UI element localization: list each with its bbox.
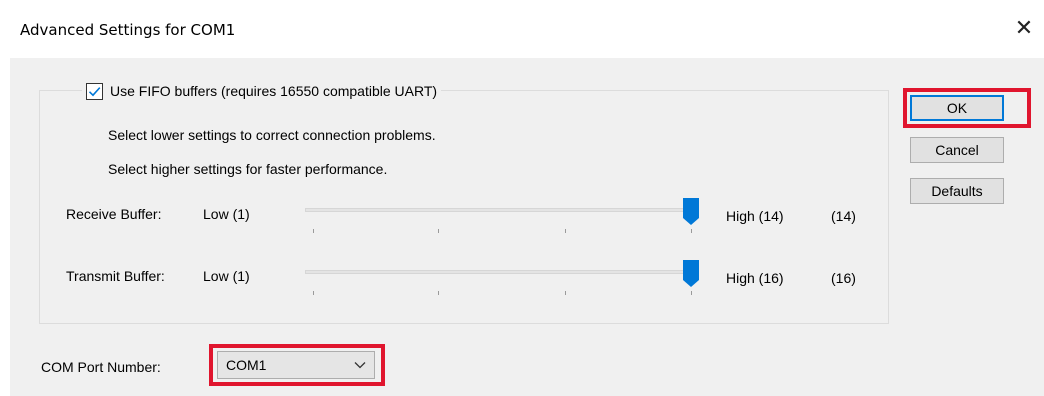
tick-mark [691, 229, 692, 233]
receive-buffer-label: Receive Buffer: [66, 206, 162, 222]
description-lower: Select lower settings to correct connect… [108, 127, 436, 143]
fifo-checkbox-row[interactable]: Use FIFO buffers (requires 16550 compati… [82, 79, 442, 103]
chevron-down-icon [354, 362, 366, 369]
transmit-buffer-label: Transmit Buffer: [66, 268, 165, 284]
checkmark-icon [88, 86, 101, 96]
receive-buffer-high-label: High (14) [726, 208, 784, 224]
tick-mark [438, 291, 439, 295]
transmit-buffer-slider[interactable] [305, 260, 705, 303]
cancel-button[interactable]: Cancel [910, 137, 1004, 163]
dialog-body: Use FIFO buffers (requires 16550 compati… [10, 58, 1044, 396]
receive-buffer-value: (14) [831, 208, 856, 224]
title-bar: Advanced Settings for COM1 ✕ [0, 0, 1044, 58]
fifo-checkbox[interactable] [86, 82, 103, 100]
ok-button[interactable]: OK [910, 95, 1004, 121]
receive-buffer-slider[interactable] [305, 198, 705, 241]
window-title: Advanced Settings for COM1 [20, 21, 236, 39]
fifo-group-box: Use FIFO buffers (requires 16550 compati… [39, 79, 889, 324]
transmit-buffer-high-label: High (16) [726, 270, 784, 286]
transmit-buffer-low-label: Low (1) [203, 268, 250, 284]
defaults-button[interactable]: Defaults [910, 178, 1004, 204]
tick-mark [565, 291, 566, 295]
description-higher: Select higher settings for faster perfor… [108, 161, 388, 177]
tick-mark [691, 291, 692, 295]
tick-mark [565, 229, 566, 233]
receive-buffer-low-label: Low (1) [203, 206, 250, 222]
com-port-dropdown[interactable]: COM1 [217, 351, 375, 379]
com-port-selected-value: COM1 [226, 357, 267, 373]
receive-buffer-track [305, 208, 691, 212]
transmit-buffer-slider-thumb[interactable] [683, 260, 699, 288]
tick-mark [313, 229, 314, 233]
fifo-checkbox-label[interactable]: Use FIFO buffers (requires 16550 compati… [110, 83, 437, 99]
receive-buffer-slider-thumb[interactable] [683, 198, 699, 226]
transmit-buffer-track [305, 270, 691, 274]
transmit-buffer-value: (16) [831, 270, 856, 286]
tick-mark [438, 229, 439, 233]
tick-mark [313, 291, 314, 295]
close-icon[interactable]: ✕ [1012, 16, 1036, 40]
com-port-label: COM Port Number: [41, 359, 161, 375]
